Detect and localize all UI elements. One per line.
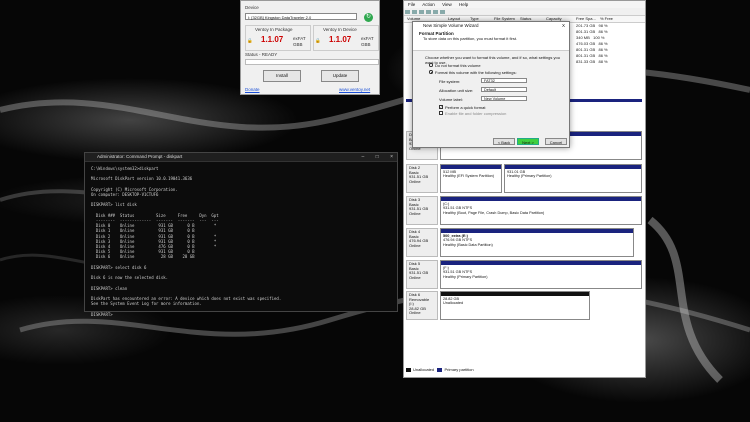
radio-format[interactable] (429, 70, 433, 74)
table-row[interactable]: 340 MB 100 % (576, 35, 604, 40)
device-fs-b: GBB (361, 42, 371, 47)
website-link[interactable]: www.ventoy.net (339, 87, 370, 92)
menu-bar: File Action View Help (404, 1, 645, 8)
table-row[interactable]: 476.03 GB 86 % (576, 41, 608, 46)
close-icon[interactable]: × (390, 154, 393, 160)
device-select[interactable]: I: [32GB] Kingston DataTraveler 2.0 (245, 13, 357, 20)
new-volume-wizard: New Simple Volume Wizard X Format Partit… (412, 21, 570, 148)
device-label: Device (245, 5, 259, 10)
close-icon[interactable]: X (562, 22, 565, 30)
disk-info[interactable]: Disk 4 Basic 476.94 GB Online (406, 228, 438, 257)
next-button[interactable]: Next > (517, 138, 539, 145)
toolbar (404, 8, 645, 16)
back-icon[interactable] (405, 9, 410, 14)
volume-label-label: Volume label: (439, 97, 464, 102)
lock-icon: 🔒 (315, 38, 321, 43)
view-icon[interactable] (419, 9, 424, 14)
back-button[interactable]: < Back (493, 138, 515, 145)
disk-row-6: Disk 6 Removable (I:) 28.82 GB Online 28.82… (406, 291, 642, 320)
disk-info[interactable]: Disk 2 Basic 931.51 GB Online (406, 164, 438, 193)
partition-unallocated[interactable]: 28.82 GB Unallocated (440, 291, 590, 320)
radio-no-format[interactable] (429, 63, 433, 67)
lock-icon: 🔒 (247, 38, 253, 43)
partition[interactable]: 500_extra (E:) 476.94 GB NTFS Healthy (Bas… (440, 228, 634, 257)
package-fs: exFAT (293, 36, 306, 41)
menu-help[interactable]: Help (459, 2, 468, 7)
partition[interactable]: (C:) 931.51 GB NTFS Healthy (Boot, Page Fi… (440, 196, 642, 225)
quick-format-checkbox[interactable]: ✓ (439, 105, 443, 109)
disk-row-4: Disk 4 Basic 476.94 GB Online 500_extra (E:… (406, 228, 642, 257)
menu-file[interactable]: File (408, 2, 415, 7)
legend: Unallocated Primary partition (406, 367, 474, 372)
disk-row-2: Disk 2 Basic 931.51 GB Online 512 MB Healthy… (406, 164, 642, 193)
refresh-icon[interactable] (440, 9, 445, 14)
install-button[interactable]: Install (263, 70, 301, 82)
refresh-icon[interactable]: ↻ (364, 13, 373, 22)
disk-info[interactable]: Disk 6 Removable (I:) 28.82 GB Online (406, 291, 438, 320)
package-version: 1.1.07 (261, 35, 284, 44)
wizard-body: Choose whether you want to format this v… (413, 51, 569, 135)
col-free[interactable]: Free Spa... (576, 16, 596, 22)
compression-checkbox[interactable] (439, 111, 443, 115)
properties-icon[interactable] (433, 9, 438, 14)
allocation-label: Allocation unit size: (439, 88, 474, 93)
cancel-button[interactable]: Cancel (545, 138, 567, 145)
wizard-titlebar[interactable]: New Simple Volume Wizard X (413, 22, 569, 30)
status-text: Status - READY (245, 52, 278, 57)
donate-link[interactable]: Donate (245, 87, 260, 92)
partition[interactable]: 931.01 GB Healthy (Primary Partition) (504, 164, 642, 193)
table-row[interactable]: 831.33 GB 88 % (576, 59, 608, 64)
menu-view[interactable]: View (442, 2, 452, 7)
ventoy-window: Device I: [32GB] Kingston DataTraveler 2… (240, 0, 380, 95)
maximize-icon[interactable]: □ (376, 154, 379, 160)
allocation-select[interactable]: Default (481, 87, 527, 92)
package-fs-b: GBB (293, 42, 303, 47)
legend-swatch-unallocated (406, 367, 411, 372)
console-output[interactable]: C:\Windows\system32>diskpart Microsoft D… (85, 162, 397, 321)
help-icon[interactable] (426, 9, 431, 14)
device-version: 1.1.07 (329, 35, 352, 44)
forward-icon[interactable] (412, 9, 417, 14)
table-row[interactable]: 801.31 GB 86 % (576, 47, 608, 52)
partition[interactable]: 512 MB Healthy (EFI System Partition) (440, 164, 502, 193)
update-button[interactable]: Update (321, 70, 359, 82)
volume-label-input[interactable]: New Volume (481, 96, 527, 101)
package-label: Ventoy In Package (255, 27, 293, 32)
disk-info[interactable]: Disk 3 Basic 931.51 GB Online (406, 196, 438, 225)
disk-row-3: Disk 3 Basic 931.51 GB Online (C:) 931.51 GB… (406, 196, 642, 225)
minimize-icon[interactable]: – (361, 154, 364, 160)
table-row[interactable]: 801.31 GB 86 % (576, 29, 608, 34)
table-row[interactable]: 201.73 GB 98 % (576, 23, 608, 28)
filesystem-label: File system: (439, 79, 461, 84)
device-version-label: Ventoy In Device (323, 27, 357, 32)
partition[interactable]: (F:) 931.51 GB NTFS Healthy (Primary Parti… (440, 260, 642, 289)
col-percent[interactable]: % Free (600, 16, 613, 22)
command-prompt-window: Administrator: Command Prompt - diskpart… (84, 152, 398, 317)
disk-info[interactable]: Disk 5 Basic 931.51 GB Online (406, 260, 438, 289)
wizard-subheading: To store data on this partition, you mus… (423, 36, 518, 41)
wizard-header: Format Partition To store data on this p… (413, 30, 569, 51)
filesystem-select[interactable]: FAT32 (481, 78, 527, 83)
device-fs: exFAT (361, 36, 374, 41)
table-row[interactable]: 801.31 GB 86 % (576, 53, 608, 58)
progress-bar (245, 59, 379, 65)
cmd-title: Administrator: Command Prompt - diskpart (97, 154, 183, 159)
menu-action[interactable]: Action (422, 2, 435, 7)
cmd-titlebar[interactable]: Administrator: Command Prompt - diskpart… (85, 153, 397, 162)
disk-row-5: Disk 5 Basic 931.51 GB Online (F:) 931.51 GB… (406, 260, 642, 289)
legend-swatch-primary (437, 367, 443, 372)
